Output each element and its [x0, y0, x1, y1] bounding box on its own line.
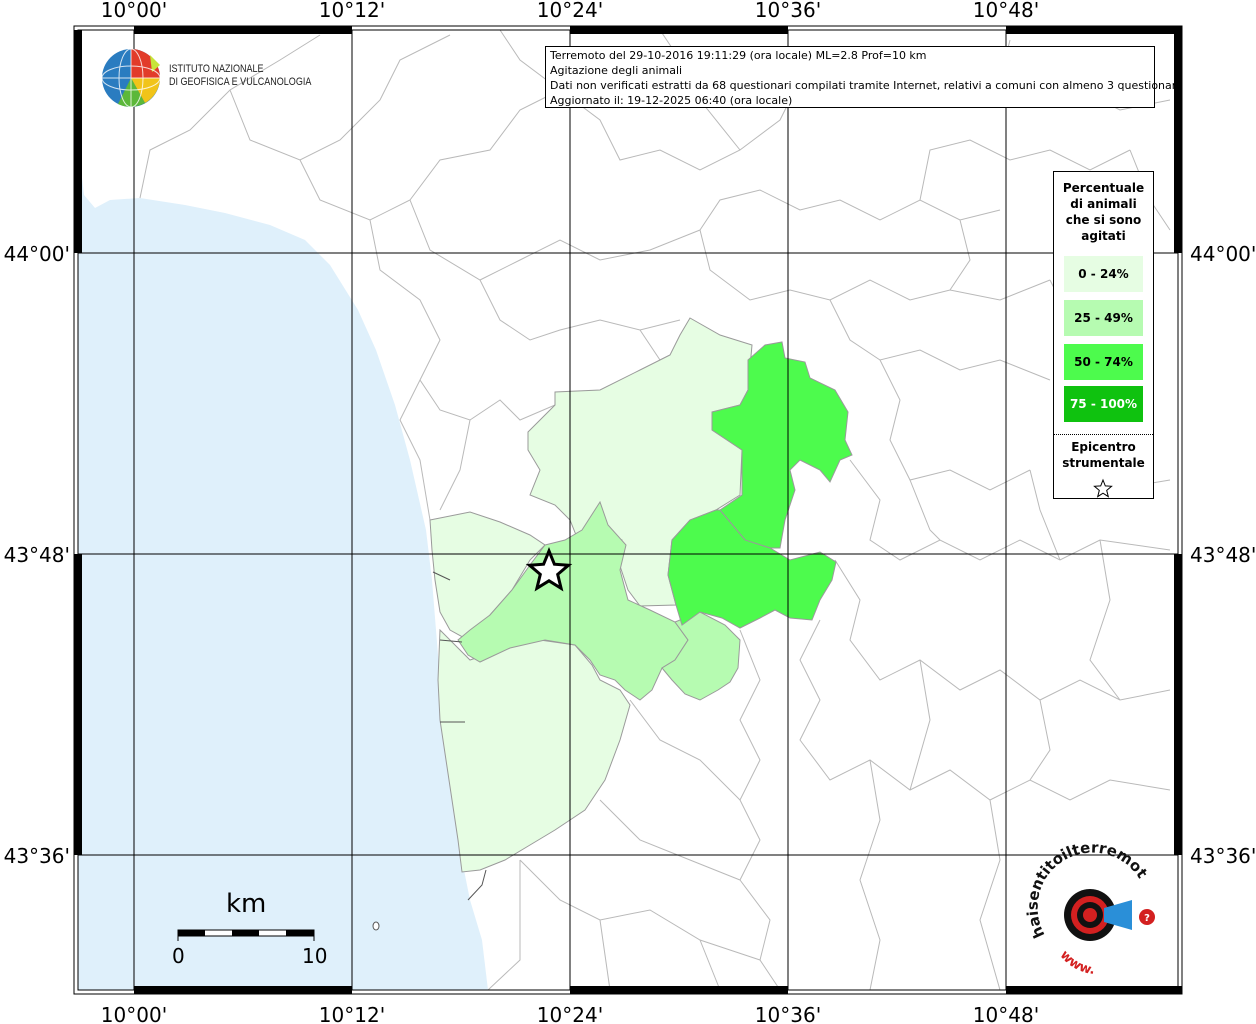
legend-title-line: agitati	[1081, 229, 1126, 243]
map-canvas: 10°00' 10°12' 10°24' 10°36' 10°48' 10°00…	[0, 0, 1256, 1024]
top-tick: 10°00'	[101, 0, 167, 22]
top-tick-labels: 10°00' 10°12' 10°24' 10°36' 10°48'	[101, 0, 1039, 22]
event-info-box: Terremoto del 29-10-2016 19:11:29 (ora l…	[545, 46, 1183, 108]
updated-line: Aggiornato il: 19-12-2025 06:40 (ora loc…	[550, 94, 793, 107]
left-tick: 43°36'	[4, 844, 70, 868]
legend-title-line: di animali	[1070, 197, 1137, 211]
event-line: Terremoto del 29-10-2016 19:11:29 (ora l…	[550, 49, 927, 62]
bottom-tick: 10°36'	[755, 1003, 821, 1024]
right-tick-labels: 44°00' 43°48' 43°36'	[1190, 242, 1256, 868]
legend-title-line: Percentuale	[1062, 181, 1145, 195]
scale-unit-label: km	[226, 889, 267, 919]
scale-max-label: 10	[302, 944, 328, 968]
legend: Percentuale di animali che si sono agita…	[1053, 171, 1154, 499]
bottom-tick: 10°12'	[319, 1003, 385, 1024]
legend-class-0: 0 - 24%	[1064, 256, 1143, 292]
legend-class-3: 75 - 100%	[1064, 386, 1143, 422]
top-tick: 10°36'	[755, 0, 821, 22]
top-tick: 10°12'	[319, 0, 385, 22]
bottom-tick: 10°00'	[101, 1003, 167, 1024]
legend-epicenter-label: Epicentro strumentale	[1062, 440, 1145, 470]
data-source-line: Dati non verificati estratti da 68 quest…	[550, 79, 1183, 92]
legend-class-2: 50 - 74%	[1064, 344, 1143, 380]
institute-logo: ISTITUTO NAZIONALE DI GEOFISICA E VULCAN…	[100, 48, 340, 110]
institute-line-1: ISTITUTO NAZIONALE	[169, 63, 264, 75]
left-tick-labels: 44°00' 43°48' 43°36'	[4, 242, 70, 868]
legend-separator	[1054, 434, 1153, 435]
left-tick: 44°00'	[4, 242, 70, 266]
bottom-tick: 10°48'	[973, 1003, 1039, 1024]
scale-min-label: 0	[172, 944, 185, 968]
top-tick: 10°48'	[973, 0, 1039, 22]
right-tick: 44°00'	[1190, 242, 1256, 266]
bottom-tick-labels: 10°00' 10°12' 10°24' 10°36' 10°48'	[101, 1003, 1039, 1024]
svg-text:?: ?	[1144, 913, 1150, 924]
legend-title-line: che si sono	[1065, 213, 1142, 227]
bottom-tick: 10°24'	[537, 1003, 603, 1024]
legend-star-icon	[1093, 478, 1113, 498]
legend-class-1: 25 - 49%	[1064, 300, 1143, 336]
right-tick: 43°36'	[1190, 844, 1256, 868]
left-tick: 43°48'	[4, 543, 70, 567]
subject-line: Agitazione degli animali	[550, 64, 683, 77]
institute-line-2: DI GEOFISICA E VULCANOLOGIA	[169, 76, 312, 88]
right-tick: 43°48'	[1190, 543, 1256, 567]
top-tick: 10°24'	[537, 0, 603, 22]
legend-title: Percentuale di animali che si sono agita…	[1054, 180, 1153, 244]
